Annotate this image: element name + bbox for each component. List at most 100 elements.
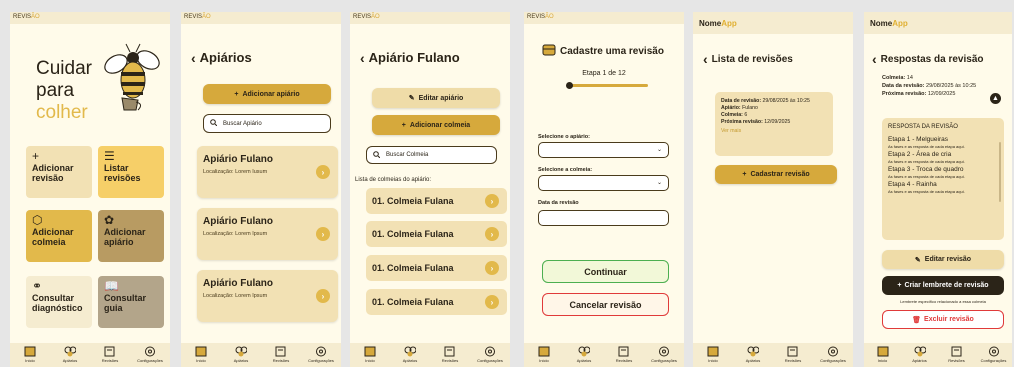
delete-review-button[interactable]: 🗑 Excluir revisão [882,310,1004,329]
chevron-right-icon[interactable]: › [316,289,330,303]
back-chevron-icon[interactable]: ‹ [872,52,877,66]
tile-add-hive[interactable]: ⬡ Adicionar colmeia [26,210,92,262]
tile-add-apiary[interactable]: ✿ Adicionar apiário [98,210,164,262]
brand-accent: ÃO [545,14,554,20]
nav-label: Revisões [615,358,633,363]
register-review-button[interactable]: + Cadastrar revisão [715,165,837,184]
search-input[interactable]: Buscar Apiário [203,114,331,133]
status-bar: REVISÃO [10,12,170,24]
search-input[interactable]: Buscar Colmeia [366,146,497,164]
nav-apiaries[interactable]: Apiários [393,346,427,363]
see-more-link[interactable]: Ver mais [721,128,827,135]
edit-icon [104,346,116,357]
add-apiary-button[interactable]: + Adicionar apiário [203,84,331,104]
nav-home[interactable]: Início [13,346,47,363]
tile-add-review[interactable]: + Adicionar revisão [26,146,92,198]
nav-settings[interactable]: Configurações [647,346,681,363]
apiary-select-label: Selecione o apiário: [538,134,590,140]
nav-apiaries[interactable]: Apiários [567,346,601,363]
edit-icon [444,346,456,357]
edit-apiary-button[interactable]: ✎ Editar apiário [372,88,500,108]
hero-text: Cuidar para colher [36,58,92,124]
tile-diagnostic[interactable]: ⚭ Consultar diagnóstico [26,276,92,328]
nav-settings[interactable]: Configurações [133,346,167,363]
nav-home[interactable]: Início [353,346,387,363]
screen-register-review: REVISÃO Cadastre uma revisão Etapa 1 de … [524,12,684,367]
bottom-nav: Início Apiários Revisões Configurações [350,343,510,367]
nav-reviews[interactable]: Revisões [940,346,974,363]
nav-settings[interactable]: Configurações [816,346,850,363]
button-label: Editar apiário [418,94,464,102]
nav-settings[interactable]: Configurações [304,346,338,363]
tile-label: Adicionar [32,227,74,237]
page-title-text: Respostas da revisão [880,53,984,65]
search-icon [373,150,381,160]
nav-reviews[interactable]: Revisões [264,346,298,363]
nav-settings[interactable]: Configurações [473,346,507,363]
app-name: Nome [699,19,722,28]
nav-home[interactable]: Início [527,346,561,363]
apiary-select[interactable]: ⌄ [538,142,669,158]
nav-reviews[interactable]: Revisões [93,346,127,363]
app-name-accent: App [721,19,737,28]
bell-icon[interactable]: ▲ [990,93,1001,104]
plus-icon: + [234,90,239,98]
chevron-right-icon[interactable]: › [485,295,499,309]
gear-icon [658,346,670,357]
hive-select-label: Selecione a colmeia: [538,167,593,173]
edit-icon: ✎ [914,256,921,264]
nav-apiaries[interactable]: Apiários [736,346,770,363]
add-hive-button[interactable]: + Adicionar colmeia [372,115,500,135]
back-chevron-icon[interactable]: ‹ [360,51,365,65]
hive-row[interactable]: 01. Colmeia Fulana › [366,221,507,247]
nav-home[interactable]: Início [866,346,900,363]
cancel-review-button[interactable]: Cancelar revisão [542,293,669,316]
nav-settings[interactable]: Configurações [977,346,1011,363]
chevron-right-icon[interactable]: › [485,194,499,208]
nav-label: Configurações [651,358,677,363]
continue-button[interactable]: Continuar [542,260,669,283]
gear-icon [484,346,496,357]
back-chevron-icon[interactable]: ‹ [191,51,196,65]
scrollbar[interactable] [999,142,1001,202]
nav-apiaries[interactable]: Apiários [224,346,258,363]
button-label: Cadastrar revisão [750,171,810,178]
nav-label: Início [539,358,549,363]
apiary-card[interactable]: Apiário Fulano Localização: Lorem Ipsum … [197,208,338,260]
create-reminder-button[interactable]: + Criar lembrete de revisão [882,276,1004,295]
chevron-right-icon[interactable]: › [316,165,330,179]
step-item: Etapa 2 - Área de cria As fases e as resp… [888,151,998,164]
hive-row[interactable]: 01. Colmeia Fulana › [366,188,507,214]
review-card[interactable]: Data de revisão: 29/08/2025 às 10:25 Api… [715,92,833,156]
chevron-right-icon[interactable]: › [485,261,499,275]
nav-reviews[interactable]: Revisões [776,346,810,363]
nav-apiaries[interactable]: Apiários [53,346,87,363]
edit-icon [951,346,963,357]
tile-label: Adicionar [32,163,74,173]
step-title: Etapa 2 - Área de cria [888,151,952,158]
tile-guide[interactable]: 📖 Consultar guia [98,276,164,328]
hive-select[interactable]: ⌄ [538,175,669,191]
reminder-note: Lembrete específico relacionado a essa c… [900,299,986,304]
chevron-right-icon[interactable]: › [485,227,499,241]
nav-reviews[interactable]: Revisões [433,346,467,363]
chevron-right-icon[interactable]: › [316,227,330,241]
chevron-down-icon: ⌄ [656,180,662,186]
apiary-card[interactable]: Apiário Fulano Localização: Lorem Ipsum … [197,270,338,322]
hive-row[interactable]: 01. Colmeia Fulana › [366,255,507,281]
book-icon: 📖 [104,279,119,293]
step-title: Etapa 1 - Melgueiras [888,136,948,143]
edit-icon: ✎ [408,95,415,102]
hive-row[interactable]: 01. Colmeia Fulana › [366,289,507,315]
date-field[interactable] [538,210,669,226]
back-chevron-icon[interactable]: ‹ [703,52,708,66]
nav-home[interactable]: Início [184,346,218,363]
bottom-nav: Início Apiários Revisões Configurações [10,343,170,367]
nav-apiaries[interactable]: Apiários [903,346,937,363]
nav-home[interactable]: Início [696,346,730,363]
tile-list-reviews[interactable]: ☰ Listar revisões [98,146,164,198]
apiary-card[interactable]: Apiário Fulano Localização: Lorem Iusum … [197,146,338,198]
edit-review-button[interactable]: ✎ Editar revisão [882,250,1004,269]
app-bar: NomeApp [864,12,1012,34]
nav-reviews[interactable]: Revisões [607,346,641,363]
